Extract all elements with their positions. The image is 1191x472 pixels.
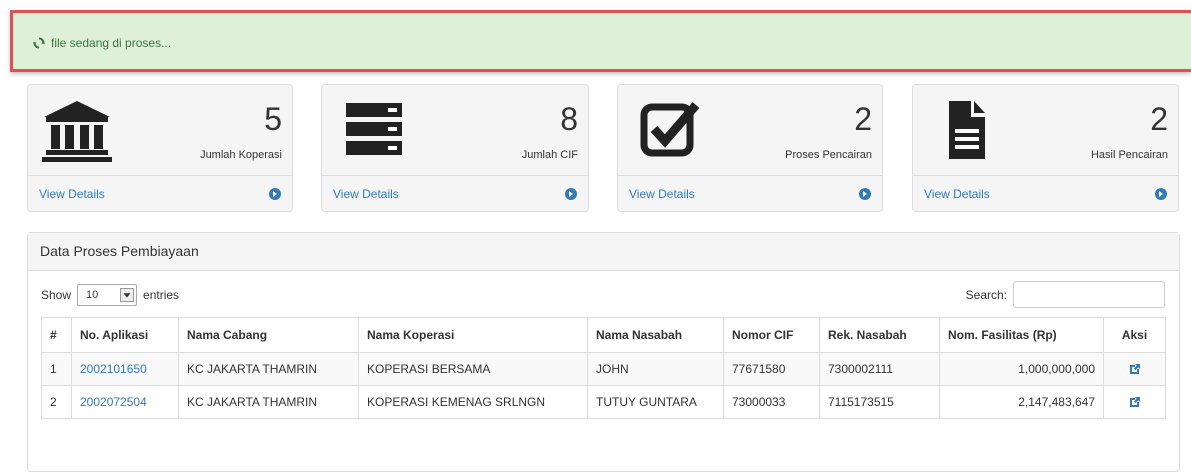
refresh-icon (33, 37, 45, 49)
search-input[interactable] (1013, 281, 1165, 308)
panel-footer[interactable]: View Details (618, 175, 882, 211)
nama-nasabah: TUTUY GUNTARA (587, 385, 724, 419)
nama-cabang: KC JAKARTA THAMRIN (178, 385, 359, 419)
nama-koperasi: KOPERASI KEMENAG SRLNGN (358, 385, 588, 419)
stat-value: 5 (264, 101, 282, 137)
panel-footer[interactable]: View Details (28, 175, 292, 211)
external-link-icon[interactable] (1128, 396, 1141, 409)
search-control: Search: (966, 281, 1165, 308)
no-aplikasi-link[interactable]: 2002101650 (71, 352, 179, 386)
stat-label: Jumlah CIF (521, 149, 578, 161)
column-header[interactable]: Nama Nasabah (587, 317, 724, 353)
stat-value: 2 (1150, 101, 1168, 137)
entries-label: entries (143, 288, 180, 302)
stat-panel-cif: 8 Jumlah CIF View Details (321, 84, 589, 212)
column-header[interactable]: Aksi (1103, 317, 1166, 353)
server-icon (346, 103, 402, 155)
nomor-cif: 73000033 (723, 385, 820, 419)
nomor-cif: 77671580 (723, 352, 820, 386)
nom-fasilitas: 2,147,483,647 (939, 385, 1104, 419)
arrow-circle-right-icon[interactable] (859, 188, 871, 200)
view-details-link[interactable]: View Details (924, 187, 990, 201)
table-row: 1 2002101650 KC JAKARTA THAMRIN KOPERASI… (41, 352, 1166, 386)
stat-panel-proses: 2 Proses Pencairan View Details (617, 84, 883, 212)
stat-label: Proses Pencairan (785, 149, 872, 161)
rek-nasabah: 7115173515 (819, 385, 940, 419)
column-header[interactable]: Nomor CIF (723, 317, 820, 353)
table-controls: Show 10 entries Search: (41, 281, 1165, 311)
entries-select[interactable]: 10 (77, 284, 138, 306)
no-aplikasi-link[interactable]: 2002072504 (71, 385, 179, 419)
data-table: # No. Aplikasi Nama Cabang Nama Koperasi… (41, 317, 1166, 419)
show-label: Show (41, 288, 72, 302)
view-details-link[interactable]: View Details (39, 187, 105, 201)
stat-value: 8 (560, 101, 578, 137)
panel-footer[interactable]: View Details (913, 175, 1178, 211)
stat-value: 2 (854, 101, 872, 137)
file-icon (949, 101, 985, 159)
rek-nasabah: 7300002111 (819, 352, 940, 386)
arrow-circle-right-icon[interactable] (269, 188, 281, 200)
row-number: 2 (41, 385, 72, 419)
stat-panel-koperasi: 5 Jumlah Koperasi View Details (27, 84, 293, 212)
nom-fasilitas: 1,000,000,000 (939, 352, 1104, 386)
column-header[interactable]: Nama Cabang (178, 317, 359, 353)
nama-nasabah: JOHN (587, 352, 724, 386)
data-proses-panel: Data Proses Pembiayaan Show 10 entries S… (27, 232, 1180, 472)
column-header[interactable]: Rek. Nasabah (819, 317, 940, 353)
notice-text: file sedang di proses... (51, 36, 172, 50)
nama-cabang: KC JAKARTA THAMRIN (178, 352, 359, 386)
arrow-circle-right-icon[interactable] (1155, 188, 1167, 200)
processing-notice: file sedang di proses... (10, 10, 1191, 72)
chevron-down-icon[interactable] (120, 288, 135, 302)
column-header[interactable]: No. Aplikasi (71, 317, 179, 353)
external-link-icon[interactable] (1128, 363, 1141, 376)
entries-value: 10 (86, 289, 99, 301)
column-header[interactable]: # (41, 317, 72, 353)
search-label: Search: (965, 287, 1007, 302)
panel-title: Data Proses Pembiayaan (28, 233, 1179, 271)
column-header[interactable]: Nama Koperasi (358, 317, 588, 353)
stat-label: Hasil Pencairan (1090, 149, 1168, 161)
table-row: 2 2002072504 KC JAKARTA THAMRIN KOPERASI… (41, 385, 1166, 419)
check-square-icon (640, 102, 700, 157)
panel-footer[interactable]: View Details (322, 175, 588, 211)
view-details-link[interactable]: View Details (629, 187, 695, 201)
row-number: 1 (41, 352, 72, 386)
stat-panel-hasil: 2 Hasil Pencairan View Details (912, 84, 1179, 212)
bank-icon (42, 101, 112, 162)
table-header-row: # No. Aplikasi Nama Cabang Nama Koperasi… (41, 317, 1166, 353)
notice-content: file sedang di proses... (33, 36, 171, 50)
aksi-cell (1103, 385, 1166, 419)
length-control: Show 10 entries (41, 284, 179, 306)
arrow-circle-right-icon[interactable] (565, 188, 577, 200)
column-header[interactable]: Nom. Fasilitas (Rp) (939, 317, 1104, 353)
view-details-link[interactable]: View Details (333, 187, 399, 201)
aksi-cell (1103, 352, 1166, 386)
nama-koperasi: KOPERASI BERSAMA (358, 352, 588, 386)
stat-label: Jumlah Koperasi (200, 149, 282, 161)
